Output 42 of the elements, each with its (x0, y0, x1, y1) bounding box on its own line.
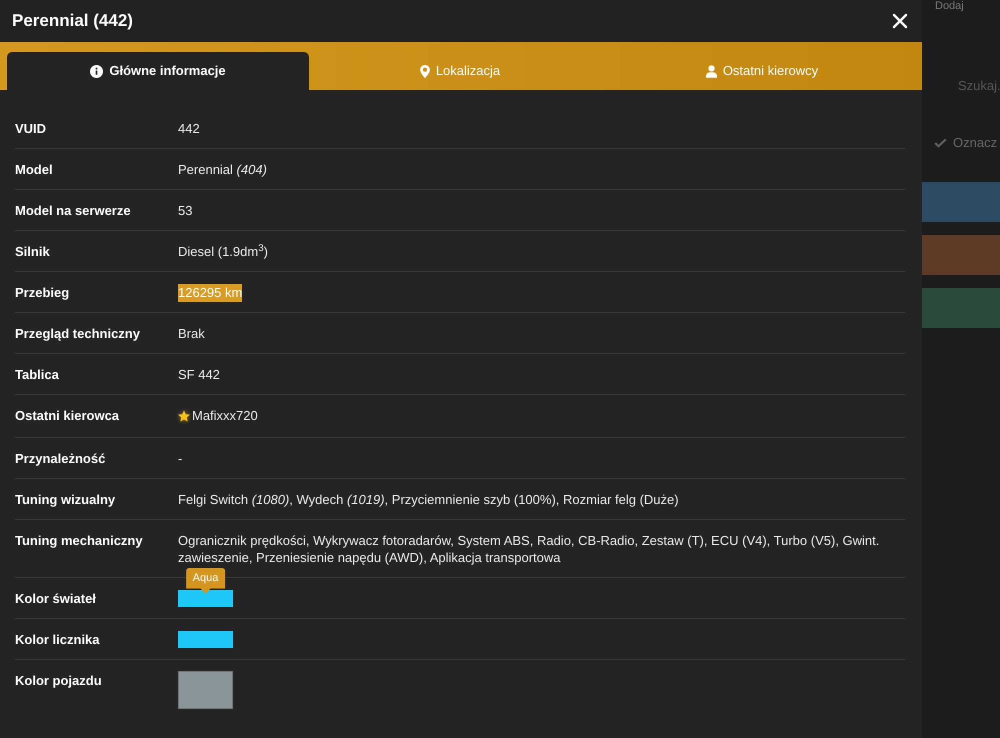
mark-button[interactable]: Oznacz (934, 134, 998, 152)
field-value: 126295 km (178, 284, 242, 302)
field-value: SF 442 (178, 367, 220, 382)
field-label: Tablica (15, 366, 60, 383)
window-title: Perennial (442) (12, 11, 133, 31)
field-value: Perennial (404) (178, 162, 267, 177)
field-value: 442 (178, 121, 200, 136)
field-label: Model na serwerze (15, 202, 132, 219)
field-label: Kolor świateł (15, 590, 97, 606)
field-value: Brak (178, 326, 205, 341)
field-label: Ostatni kierowca (15, 407, 120, 425)
user-icon (706, 64, 717, 78)
search-field[interactable]: Szukaj. (922, 74, 1000, 96)
list-row[interactable] (922, 235, 1000, 275)
field-value: 53 (178, 203, 192, 218)
field-value: - (178, 450, 182, 466)
close-icon (892, 13, 908, 29)
field-label: Przebieg (15, 284, 70, 301)
check-icon (934, 138, 947, 148)
list-row[interactable] (922, 182, 1000, 222)
close-button[interactable] (892, 13, 908, 29)
field-label: Przegląd techniczny (15, 325, 141, 342)
field-label: Tuning wizualny (15, 490, 116, 508)
driver-name: Mafixxx720 (192, 407, 258, 424)
field-label: Kolor licznika (15, 630, 101, 648)
info-icon (90, 64, 104, 78)
field-label: Kolor pojazdu (15, 672, 103, 690)
field-value: Felgi Switch (1080), Wydech (1019), Przyciemnienie szyb (100%), Rozmiar felg (Duże) (178, 492, 679, 506)
tab[interactable]: Ostatni kierowcy (611, 52, 913, 90)
star-icon (178, 410, 190, 422)
tab[interactable]: Główne informacje (7, 52, 309, 90)
field-label: Silnik (15, 243, 51, 260)
field-label: Przynależność (15, 450, 106, 466)
list-row[interactable] (922, 288, 1000, 328)
add-button[interactable]: Dodaj (935, 0, 964, 12)
map-pin-icon (420, 64, 430, 78)
field-label: Tuning mechaniczny (15, 532, 144, 550)
field-value: Ogranicznik prędkości, Wykrywacz fotoradarów, System ABS, Radio, CB-Radio, Zestaw (T), ECU (V4), Turbo (V5), Gwint. zawieszenie, Przeniesienie napędu (AWD), Aplikacja transportowa (178, 532, 880, 564)
field-label: Model (15, 161, 54, 178)
field-value: Diesel (1.9dm$^{3}$) (178, 244, 268, 259)
field-label: VUID (15, 120, 48, 137)
tab[interactable]: Lokalizacja (309, 52, 611, 90)
